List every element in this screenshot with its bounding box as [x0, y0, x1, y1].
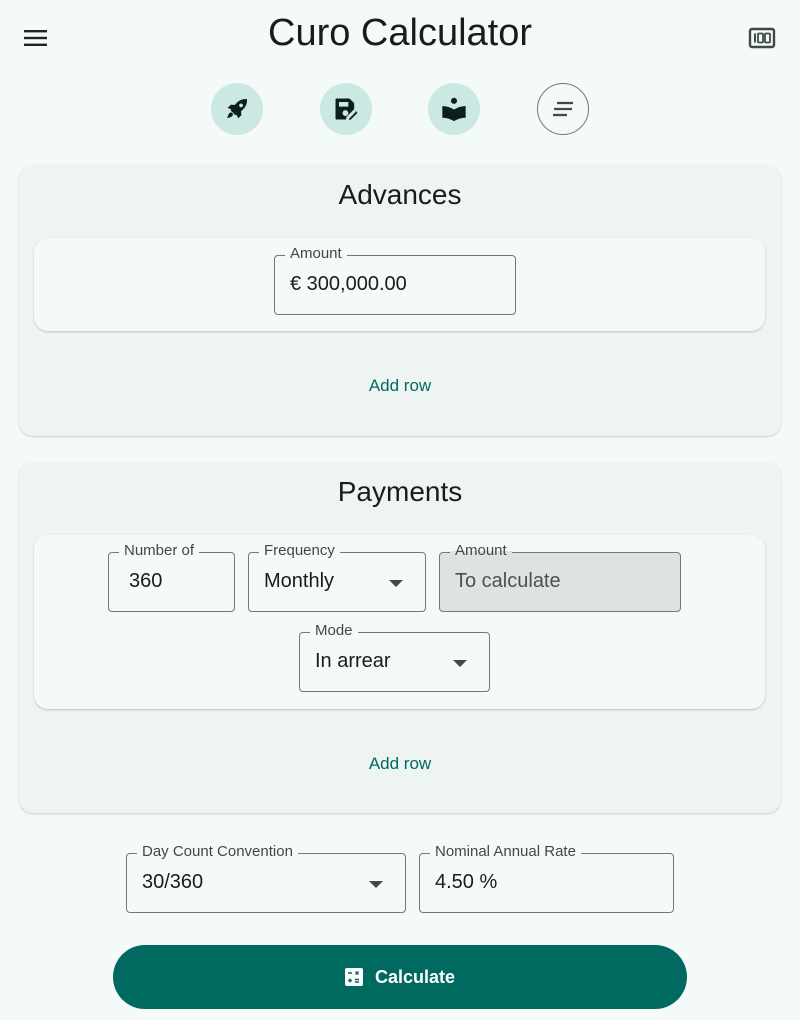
- payment-frequency-value: Monthly: [264, 570, 335, 592]
- nominal-rate-field[interactable]: Nominal Annual Rate 4.50 %: [419, 843, 674, 913]
- payment-frequency-select[interactable]: Frequency Monthly: [248, 542, 426, 612]
- payments-title: Payments: [337, 476, 463, 507]
- advances-title: Advances: [338, 179, 462, 210]
- counter-100-icon: [748, 27, 776, 49]
- day-count-select[interactable]: Day Count Convention 30/360: [126, 843, 406, 913]
- payment-amount-field[interactable]: Amount To calculate: [439, 542, 681, 612]
- app-title: Curo Calculator: [268, 12, 532, 54]
- calculate-label: Calculate: [374, 966, 456, 987]
- rocket-icon: [227, 98, 248, 119]
- advance-amount-value: € 300,000.00: [290, 273, 407, 295]
- payments-card: Payments Number of 360 Frequency Monthly…: [19, 462, 781, 813]
- payment-number-label: Number of: [119, 542, 200, 560]
- payment-number-value: 360: [129, 570, 163, 592]
- payment-mode-value: In arrear: [315, 650, 391, 672]
- payment-frequency-label: Frequency: [259, 542, 340, 560]
- chevron-down-icon: [369, 881, 383, 888]
- reading-book-icon: [442, 97, 466, 122]
- guide-button[interactable]: [428, 83, 480, 135]
- calculate-icon: [344, 968, 363, 986]
- nominal-rate-label: Nominal Annual Rate: [430, 843, 581, 861]
- nominal-rate-value: 4.50 %: [435, 871, 498, 893]
- payment-amount-label: Amount: [450, 542, 512, 560]
- payment-mode-label: Mode: [310, 622, 358, 640]
- day-count-value: 30/360: [142, 871, 204, 893]
- notes-button[interactable]: [537, 83, 589, 135]
- advance-row: Amount € 300,000.00: [34, 238, 765, 331]
- notes-icon: [553, 101, 573, 117]
- payment-number-field[interactable]: Number of 360: [108, 542, 235, 612]
- payment-mode-select[interactable]: Mode In arrear: [299, 622, 490, 692]
- advance-amount-label: Amount: [285, 245, 347, 263]
- advance-amount-field[interactable]: Amount € 300,000.00: [274, 245, 516, 315]
- payment-row: Number of 360 Frequency Monthly Amount T…: [34, 535, 765, 709]
- chevron-down-icon: [453, 660, 467, 667]
- payment-amount-placeholder: To calculate: [455, 570, 561, 592]
- advances-add-row-button[interactable]: Add row: [19, 376, 781, 396]
- advances-card: Advances Amount € 300,000.00 Add row: [19, 165, 781, 436]
- calculate-button[interactable]: Calculate: [113, 945, 687, 1009]
- payments-add-row-button[interactable]: Add row: [19, 754, 781, 774]
- save-edit-icon: [335, 98, 358, 120]
- day-count-label: Day Count Convention: [137, 843, 298, 861]
- save-edit-button[interactable]: [320, 83, 372, 135]
- quick-start-button[interactable]: [211, 83, 263, 135]
- chevron-down-icon: [389, 580, 403, 587]
- app-bar: Curo Calculator: [0, 0, 800, 72]
- counter-button[interactable]: [742, 18, 782, 58]
- mode-toolbar: [0, 83, 800, 135]
